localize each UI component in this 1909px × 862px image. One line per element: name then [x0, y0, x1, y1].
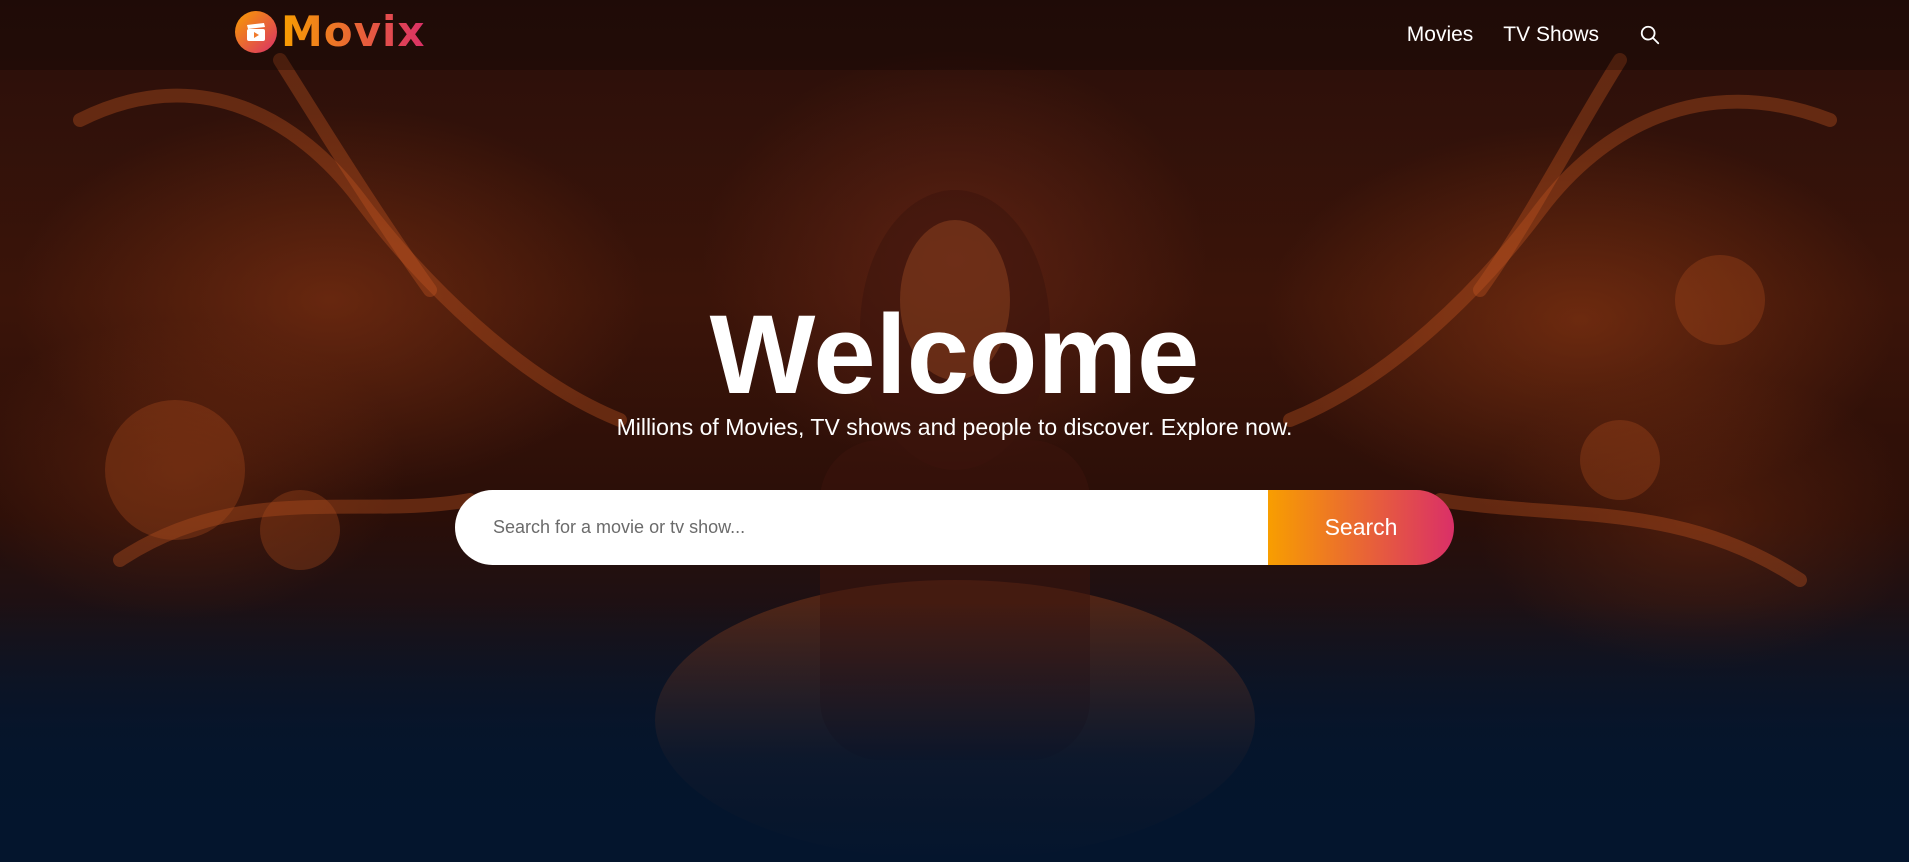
site-header: Movix Movies TV Shows — [0, 0, 1909, 70]
nav-tv-shows[interactable]: TV Shows — [1503, 23, 1599, 47]
hero-subtitle: Millions of Movies, TV shows and people … — [616, 414, 1293, 440]
hero-bottom-fade — [0, 602, 1909, 862]
hero-title: Welcome — [709, 292, 1200, 417]
main-nav: Movies TV Shows — [1407, 0, 1661, 70]
logo[interactable]: Movix — [235, 11, 426, 53]
search-input[interactable] — [455, 490, 1268, 565]
search-button[interactable]: Search — [1268, 490, 1454, 565]
hero-search-bar: Search — [455, 490, 1454, 565]
nav-movies[interactable]: Movies — [1407, 23, 1474, 47]
page: Movix Movies TV Shows Welcome Millions o… — [0, 0, 1909, 862]
logo-text: Movix — [281, 7, 426, 56]
search-icon[interactable] — [1639, 24, 1661, 46]
clapperboard-icon — [235, 11, 277, 53]
